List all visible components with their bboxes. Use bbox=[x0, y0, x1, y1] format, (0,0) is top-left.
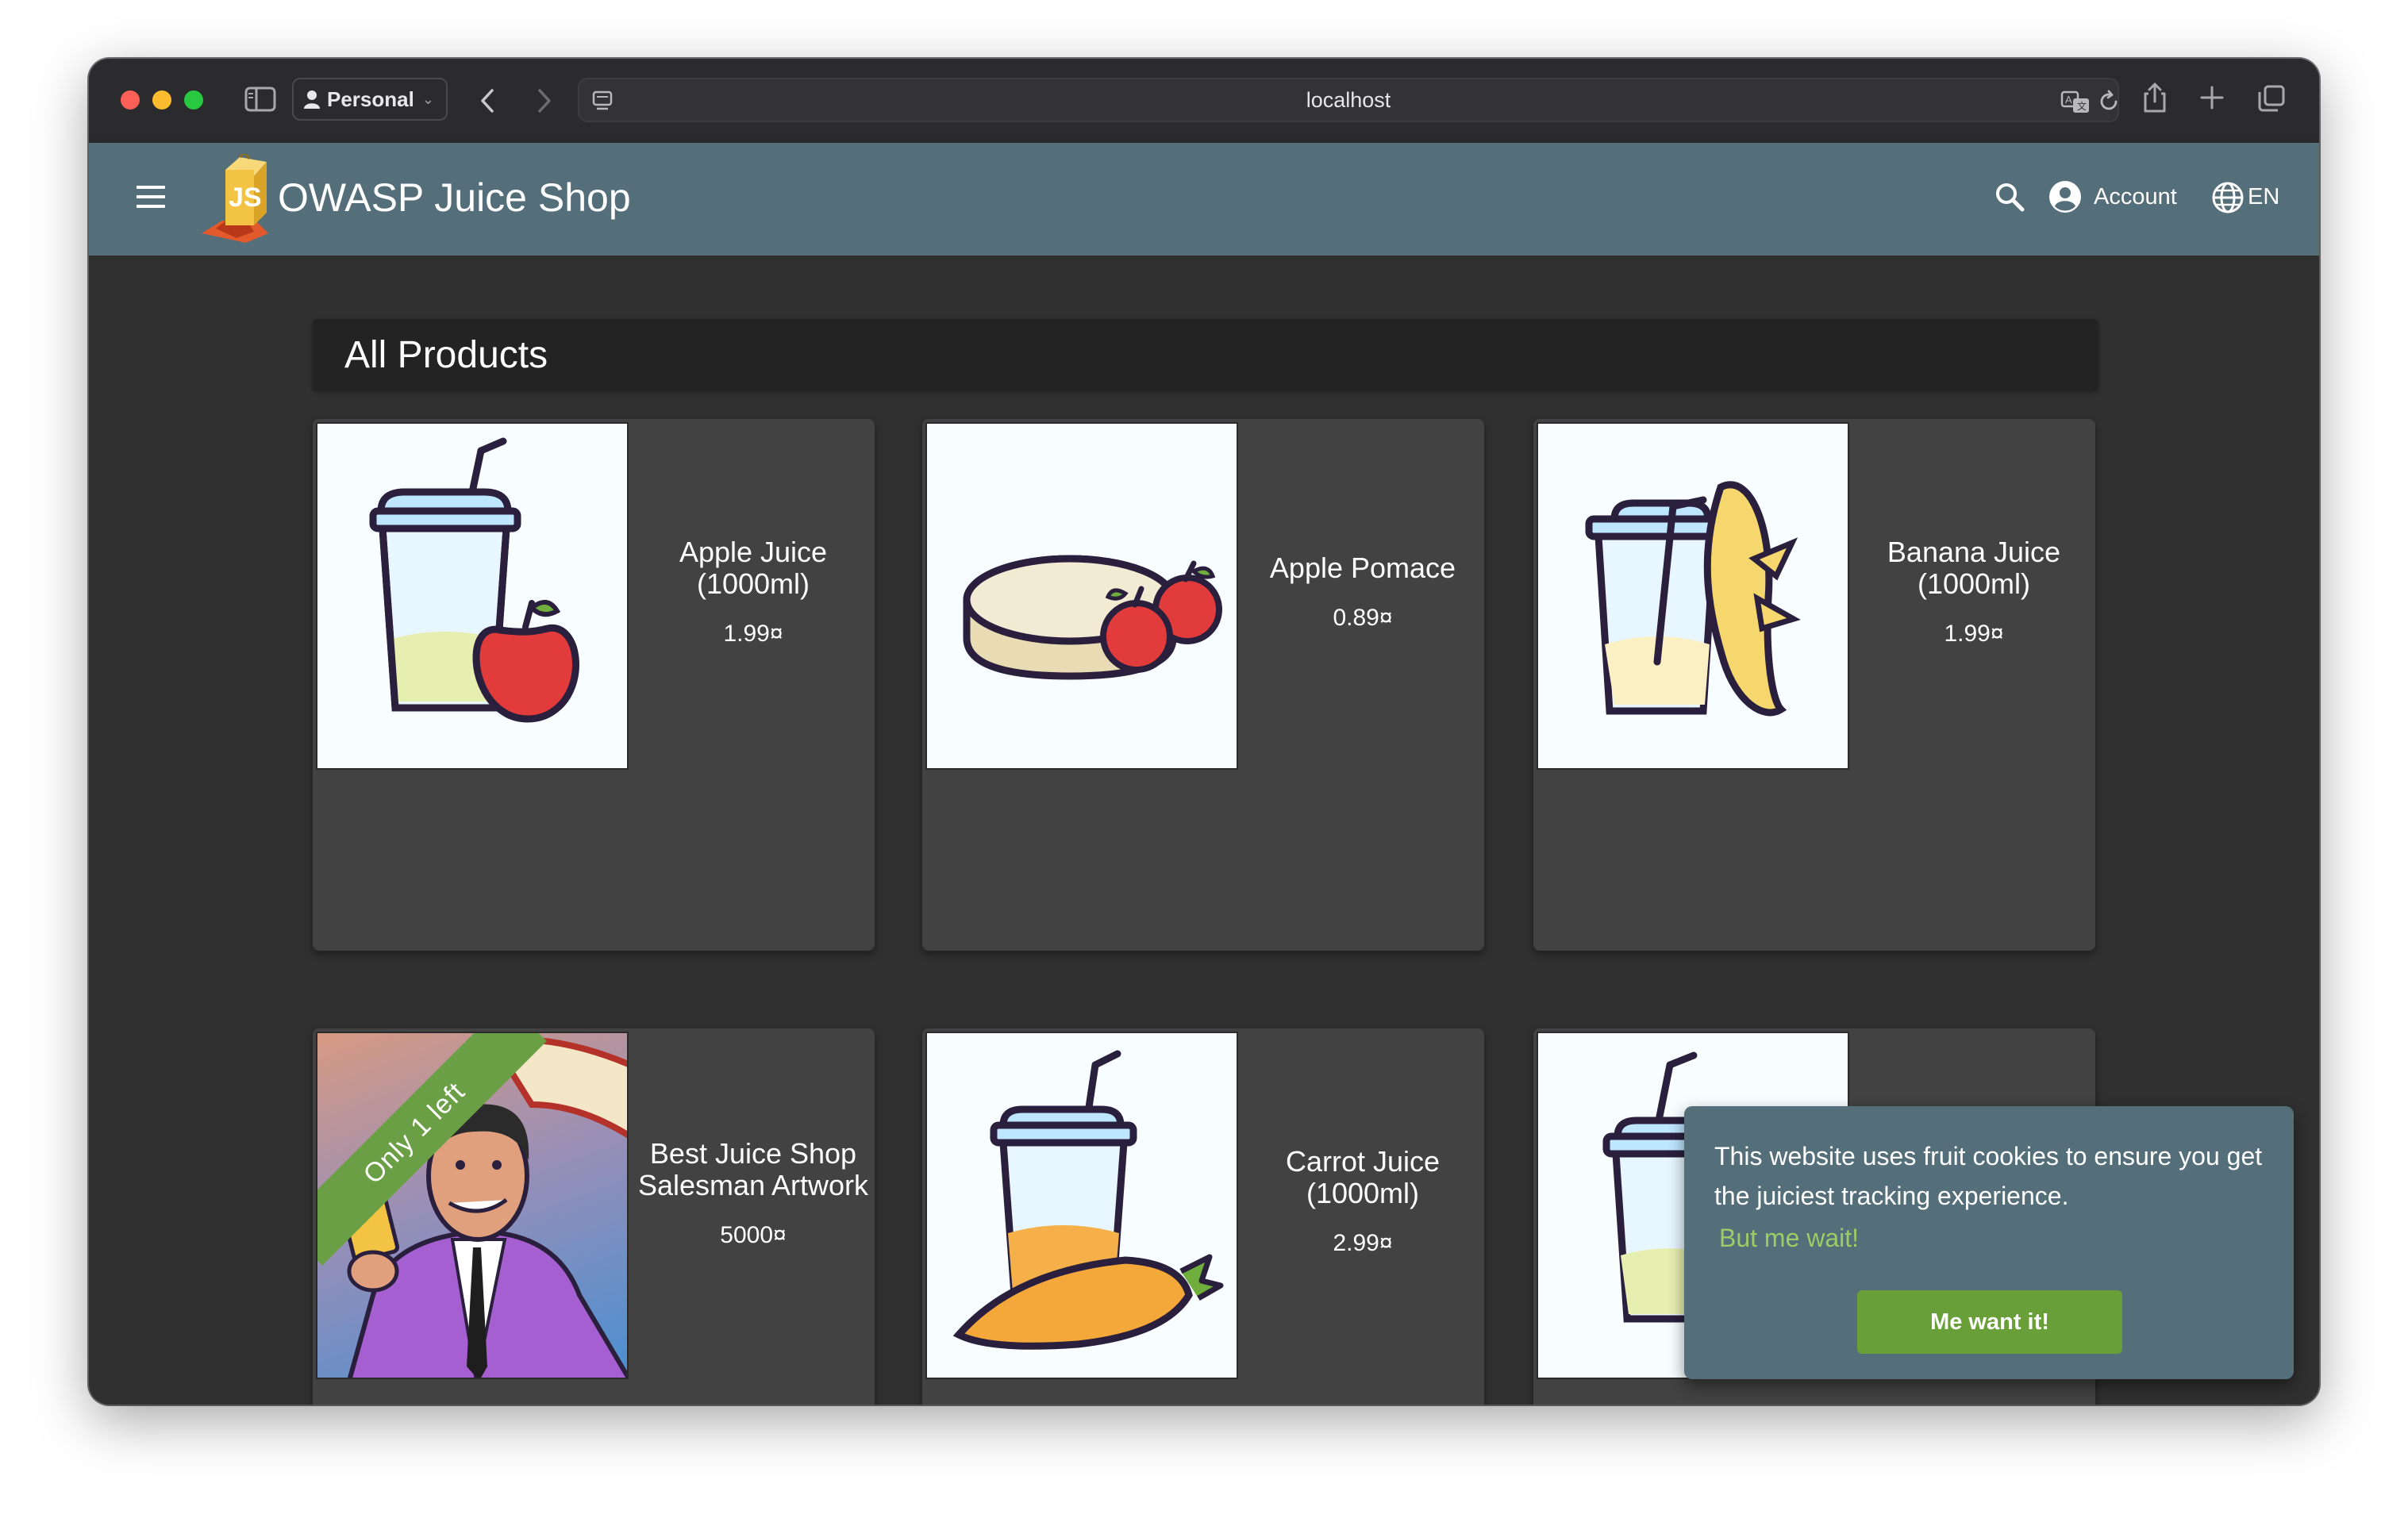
carrot-juice-image bbox=[952, 1050, 1224, 1350]
product-image[interactable] bbox=[316, 422, 629, 770]
product-card-carrot-juice[interactable]: Carrot Juice (1000ml) 2.99¤ bbox=[922, 1028, 1484, 1405]
tabs-overview-icon[interactable] bbox=[2257, 84, 2286, 113]
product-name: Carrot Juice (1000ml) bbox=[1285, 1145, 1441, 1209]
app-toolbar: JS OWASP Juice Shop Account EN bbox=[89, 143, 2319, 256]
profile-button[interactable]: Personal ⌄ bbox=[292, 78, 448, 121]
svg-text:JS: JS bbox=[229, 183, 262, 213]
new-tab-icon[interactable] bbox=[2200, 86, 2224, 110]
browser-toolbar: Personal ⌄ localhost A 文 bbox=[89, 59, 2319, 144]
product-info: Best Juice Shop Salesman Artwork 5000¤ bbox=[632, 1138, 875, 1249]
brand-title[interactable]: OWASP Juice Shop bbox=[278, 173, 631, 222]
chevron-down-icon: ⌄ bbox=[421, 90, 434, 107]
url-text: localhost bbox=[1306, 87, 1391, 112]
product-card-apple-juice[interactable]: Apple Juice (1000ml) 1.99¤ bbox=[313, 419, 875, 951]
forward-arrow-icon[interactable] bbox=[532, 87, 556, 114]
minimize-window-button[interactable] bbox=[152, 90, 171, 110]
product-image[interactable] bbox=[925, 422, 1238, 770]
product-info: Apple Pomace 0.89¤ bbox=[1241, 552, 1484, 632]
product-card-banana-juice[interactable]: Banana Juice (1000ml) 1.99¤ bbox=[1533, 419, 2095, 951]
apple-juice-image bbox=[369, 437, 579, 723]
page-title: All Products bbox=[344, 334, 548, 376]
account-label[interactable]: Account bbox=[2094, 184, 2177, 210]
product-name: Apple Pomace bbox=[1269, 552, 1456, 584]
search-icon[interactable] bbox=[1994, 181, 2027, 214]
juice-shop-logo[interactable]: JS bbox=[198, 154, 278, 244]
account-circle-icon bbox=[2049, 181, 2081, 213]
product-image[interactable]: Only 1 left bbox=[316, 1032, 629, 1379]
product-price: 5000¤ bbox=[720, 1222, 787, 1248]
profile-label: Personal bbox=[327, 86, 414, 111]
product-info: Banana Juice (1000ml) 1.99¤ bbox=[1852, 536, 2095, 648]
product-image[interactable] bbox=[925, 1032, 1238, 1379]
globe-icon bbox=[2212, 182, 2244, 213]
product-image[interactable] bbox=[1537, 422, 1849, 770]
product-price: 2.99¤ bbox=[1333, 1230, 1393, 1256]
cookie-accept-button[interactable]: Me want it! bbox=[1857, 1290, 2122, 1354]
product-name: Best Juice Shop Salesman Artwork bbox=[637, 1137, 869, 1201]
cookie-message: This website uses fruit cookies to ensur… bbox=[1714, 1142, 2263, 1210]
zoom-window-button[interactable] bbox=[184, 90, 203, 110]
svg-text:文: 文 bbox=[2077, 100, 2087, 112]
page-heading-bar: All Products bbox=[313, 319, 2098, 390]
product-info: Apple Juice (1000ml) 1.99¤ bbox=[632, 536, 875, 648]
banana-juice-image bbox=[1585, 481, 1801, 717]
reload-icon[interactable] bbox=[2097, 89, 2121, 114]
person-icon bbox=[304, 90, 320, 109]
product-price: 1.99¤ bbox=[723, 621, 783, 647]
svg-text:A: A bbox=[2065, 94, 2072, 106]
close-window-button[interactable] bbox=[121, 90, 140, 110]
address-bar[interactable]: localhost A 文 bbox=[578, 78, 2119, 122]
product-card-apple-pomace[interactable]: Apple Pomace 0.89¤ bbox=[922, 419, 1484, 951]
menu-icon[interactable] bbox=[137, 186, 165, 209]
product-price: 1.99¤ bbox=[1944, 621, 2004, 647]
sidebar-toggle-icon[interactable] bbox=[244, 86, 276, 113]
cookie-learn-more-link[interactable]: But me wait! bbox=[1719, 1224, 1859, 1253]
product-card-salesman-artwork[interactable]: Only 1 left Best Juice Shop Salesman Art… bbox=[313, 1028, 875, 1405]
cookie-consent-dialog: This website uses fruit cookies to ensur… bbox=[1684, 1106, 2294, 1379]
language-label[interactable]: EN bbox=[2248, 184, 2279, 210]
product-name: Banana Juice (1000ml) bbox=[1887, 536, 2061, 600]
share-icon[interactable] bbox=[2141, 81, 2168, 114]
apple-pomace-image bbox=[963, 555, 1222, 680]
product-info: Carrot Juice (1000ml) 2.99¤ bbox=[1241, 1146, 1484, 1257]
product-name: Apple Juice (1000ml) bbox=[679, 536, 828, 600]
back-arrow-icon[interactable] bbox=[476, 87, 500, 114]
product-price: 0.89¤ bbox=[1333, 605, 1393, 631]
browser-window: Personal ⌄ localhost A 文 JS OWASP Juice … bbox=[89, 59, 2319, 1405]
translate-icon[interactable]: A 文 bbox=[2060, 89, 2092, 114]
